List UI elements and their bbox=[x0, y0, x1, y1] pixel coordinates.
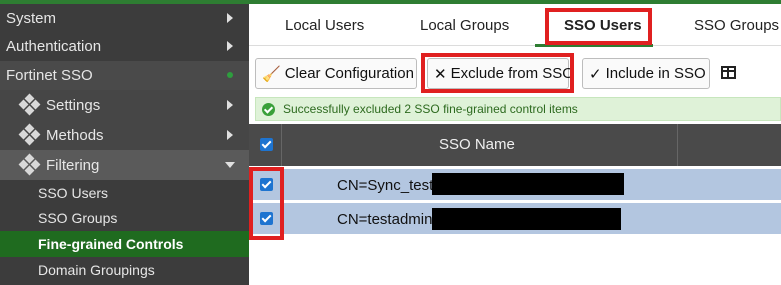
include-in-sso-button[interactable]: ✓ Include in SSO bbox=[582, 58, 710, 89]
redaction-block bbox=[432, 208, 621, 230]
sidebar-item-label: Fortinet SSO bbox=[6, 67, 93, 84]
select-all-checkbox[interactable] bbox=[260, 138, 273, 151]
sidebar-item-label: SSO Users bbox=[38, 185, 109, 201]
exclude-from-sso-button[interactable]: ✕ Exclude from SSO bbox=[427, 58, 574, 89]
chevron-right-icon bbox=[227, 13, 233, 23]
sidebar-item-label: Authentication bbox=[6, 37, 102, 55]
check-icon: ✓ bbox=[589, 65, 602, 83]
column-divider bbox=[281, 124, 282, 166]
sidebar-item-label: System bbox=[6, 9, 57, 27]
success-check-icon bbox=[262, 102, 275, 116]
sidebar-item-domain-groupings[interactable]: Domain Groupings bbox=[0, 257, 249, 283]
sidebar-item-methods[interactable]: Methods bbox=[0, 120, 249, 150]
clear-configuration-button[interactable]: 🧹 Clear Configuration bbox=[255, 58, 417, 89]
sidebar-item-sso-groups[interactable]: SSO Groups bbox=[0, 205, 249, 231]
cog-icon bbox=[18, 153, 41, 176]
sidebar-item-sso-users[interactable]: SSO Users bbox=[0, 180, 249, 206]
tab-local-users[interactable]: Local Users bbox=[285, 17, 364, 34]
banner-text: Successfully excluded 2 SSO fine-grained… bbox=[283, 102, 578, 116]
sso-name-cell: CN=Sync_test bbox=[337, 177, 434, 194]
button-label: Include in SSO bbox=[605, 65, 706, 82]
sidebar-item-label: Methods bbox=[46, 126, 104, 144]
tab-local-groups[interactable]: Local Groups bbox=[420, 17, 509, 34]
success-banner: Successfully excluded 2 SSO fine-grained… bbox=[255, 97, 781, 121]
sidebar-item-authentication[interactable]: Authentication bbox=[0, 32, 249, 60]
sidebar-item-fine-grained-controls[interactable]: Fine-grained Controls bbox=[0, 231, 249, 257]
sidebar-item-label: Domain Groupings bbox=[38, 262, 155, 278]
sidebar-item-label: SSO Groups bbox=[38, 210, 118, 226]
sidebar: System Authentication Fortinet SSO Setti… bbox=[0, 4, 249, 285]
button-label: Exclude from SSO bbox=[450, 65, 574, 82]
sidebar-item-filtering[interactable]: Filtering bbox=[0, 150, 249, 180]
table-row[interactable]: CN=testadmin bbox=[249, 203, 781, 235]
sso-name-cell: CN=testadmin bbox=[337, 211, 433, 228]
active-indicator-icon bbox=[227, 72, 233, 78]
x-icon: ✕ bbox=[434, 65, 447, 83]
column-divider bbox=[677, 124, 678, 166]
sidebar-item-label: Settings bbox=[46, 96, 101, 114]
chevron-right-icon bbox=[227, 41, 233, 51]
column-header-sso-name[interactable]: SSO Name bbox=[439, 136, 515, 153]
column-settings-icon[interactable] bbox=[721, 66, 736, 79]
cog-icon bbox=[18, 93, 41, 116]
sidebar-item-label: Fine-grained Controls bbox=[38, 236, 184, 252]
cog-icon bbox=[18, 123, 41, 146]
tab-bar: Local Users Local Groups SSO Users SSO G… bbox=[249, 4, 781, 47]
table-row[interactable]: CN=Sync_test bbox=[249, 169, 781, 201]
sidebar-item-settings[interactable]: Settings bbox=[0, 90, 249, 120]
tab-sso-users[interactable]: SSO Users bbox=[564, 17, 642, 34]
sidebar-item-label: Filtering bbox=[46, 156, 100, 174]
toolbar: 🧹 Clear Configuration ✕ Exclude from SSO… bbox=[249, 47, 781, 97]
sidebar-item-fortinet-sso[interactable]: Fortinet SSO bbox=[0, 61, 249, 90]
redaction-block bbox=[432, 173, 624, 195]
broom-icon: 🧹 bbox=[262, 65, 281, 83]
row-checkbox[interactable] bbox=[260, 178, 273, 191]
button-label: Clear Configuration bbox=[284, 65, 414, 82]
table-header: SSO Name bbox=[249, 124, 781, 166]
chevron-down-icon bbox=[225, 162, 235, 168]
row-checkbox[interactable] bbox=[260, 212, 273, 225]
sidebar-item-system[interactable]: System bbox=[0, 4, 249, 32]
chevron-right-icon bbox=[227, 100, 233, 110]
tab-sso-groups[interactable]: SSO Groups bbox=[694, 17, 779, 34]
chevron-right-icon bbox=[227, 130, 233, 140]
